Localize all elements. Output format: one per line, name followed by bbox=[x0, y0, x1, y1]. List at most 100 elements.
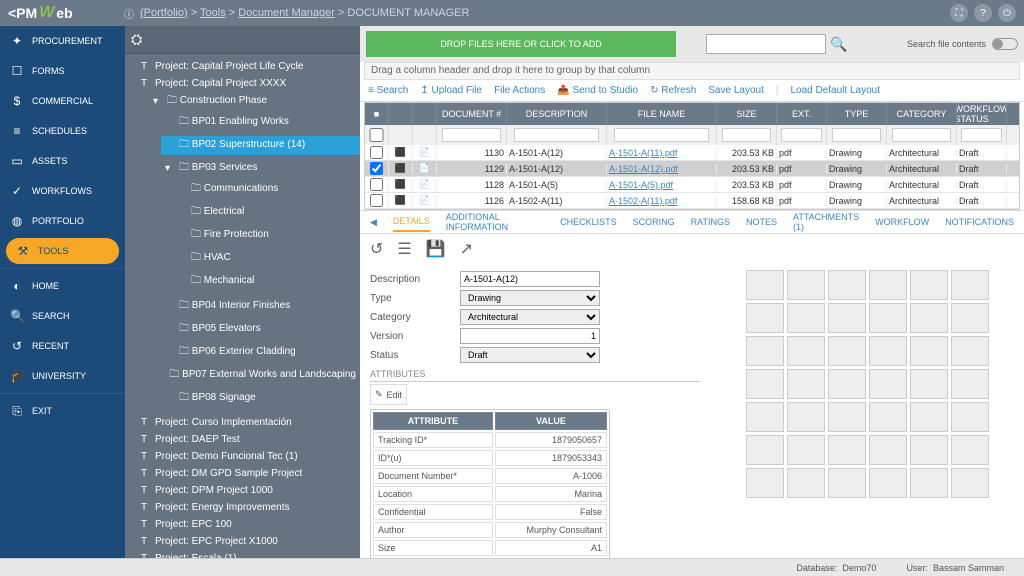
help-icon[interactable]: ? bbox=[974, 4, 992, 22]
sidebar-item-university[interactable]: 🎓UNIVERSITY bbox=[0, 361, 125, 391]
col-file[interactable]: FILE NAME bbox=[607, 103, 717, 125]
edit-button[interactable]: ✎ Edit bbox=[370, 384, 407, 405]
tb-search[interactable]: ≡ Search bbox=[368, 85, 408, 96]
sidebar-item-search[interactable]: 🔍SEARCH bbox=[0, 301, 125, 331]
filter-stat[interactable] bbox=[961, 128, 1002, 142]
sidebar-item-procurement[interactable]: ✦PROCUREMENT bbox=[0, 26, 125, 56]
tab-attachments-1-[interactable]: ATTACHMENTS (1) bbox=[793, 208, 859, 236]
sidebar-item-forms[interactable]: ☐FORMS bbox=[0, 56, 125, 86]
tab-notes[interactable]: NOTES bbox=[746, 213, 777, 231]
breadcrumb-tools[interactable]: Tools bbox=[200, 7, 226, 19]
sidebar-item-assets[interactable]: ▭ASSETS bbox=[0, 146, 125, 176]
attr-col-value: VALUE bbox=[495, 412, 607, 430]
tree-selected[interactable]: 🗀 BP02 Superstructure (14) bbox=[161, 136, 360, 155]
filter-size[interactable] bbox=[722, 128, 772, 142]
col-ext[interactable]: EXT. bbox=[777, 103, 827, 125]
table-row[interactable]: ⬛📄1130A-1501-A(12)A-1501-A(11).pdf203.53… bbox=[365, 145, 1019, 161]
filter-type[interactable] bbox=[832, 128, 882, 142]
filter-file[interactable] bbox=[614, 128, 709, 142]
sidebar-item-tools[interactable]: ⚒TOOLS bbox=[6, 238, 119, 264]
table-row[interactable]: ⬛📄1129A-1501-A(12)A-1501-A(12).pdf203.53… bbox=[365, 161, 1019, 177]
col-cat[interactable]: CATEGORY bbox=[887, 103, 957, 125]
attr-col-name: ATTRIBUTE bbox=[373, 412, 493, 430]
select-category[interactable]: Architectural bbox=[460, 309, 600, 325]
sidebar-item-workflows[interactable]: ✓WORKFLOWS bbox=[0, 176, 125, 206]
power-icon[interactable]: ⏻ bbox=[998, 4, 1016, 22]
preview-thumb bbox=[828, 303, 866, 333]
tab-ratings[interactable]: RATINGS bbox=[691, 213, 730, 231]
label-status: Status bbox=[370, 350, 460, 361]
preview-thumb bbox=[787, 336, 825, 366]
sidebar-item-commercial[interactable]: $COMMERCIAL bbox=[0, 86, 125, 116]
sidebar-item-home[interactable]: ◐HOME bbox=[0, 271, 125, 301]
sidebar-item-portfolio[interactable]: ◍PORTFOLIO bbox=[0, 206, 125, 236]
filter-doc[interactable] bbox=[442, 128, 501, 142]
tab-scoring[interactable]: SCORING bbox=[633, 213, 675, 231]
tab-additional-information[interactable]: ADDITIONAL INFORMATION bbox=[446, 208, 544, 236]
label-category: Category bbox=[370, 312, 460, 323]
col-doc[interactable]: DOCUMENT # bbox=[437, 103, 507, 125]
search-contents-toggle[interactable] bbox=[992, 38, 1018, 50]
select-status[interactable]: Draft bbox=[460, 347, 600, 363]
col-desc[interactable]: DESCRIPTION bbox=[507, 103, 607, 125]
drop-zone[interactable]: DROP FILES HERE OR CLICK TO ADD bbox=[366, 31, 676, 57]
filter-desc[interactable] bbox=[514, 128, 600, 142]
tab-details[interactable]: DETAILS bbox=[393, 212, 430, 232]
search-icon[interactable]: 🔍 bbox=[830, 36, 847, 53]
open-icon[interactable]: ↗ bbox=[460, 239, 473, 259]
tab-checklists[interactable]: CHECKLISTS bbox=[560, 213, 617, 231]
sidebar: ✦PROCUREMENT☐FORMS$COMMERCIAL≡SCHEDULES▭… bbox=[0, 26, 125, 576]
preview-thumb bbox=[746, 468, 784, 498]
tab-workflow[interactable]: WORKFLOW bbox=[875, 213, 929, 231]
group-hint[interactable]: Drag a column header and drop it here to… bbox=[364, 62, 1020, 80]
input-description[interactable] bbox=[460, 271, 600, 287]
table-row[interactable]: ⬛📄1128A-1501-A(5)A-1501-A(5).pdf203.53 K… bbox=[365, 177, 1019, 193]
expand-icon[interactable]: ⛶ bbox=[950, 4, 968, 22]
logo: <PMWeb bbox=[8, 0, 118, 26]
undo-icon[interactable]: ↺ bbox=[370, 239, 383, 259]
document-grid: ■ DOCUMENT # DESCRIPTION FILE NAME SIZE … bbox=[364, 102, 1020, 210]
col-stat[interactable]: WORKFLOW STATUS bbox=[957, 103, 1007, 125]
col-pin[interactable] bbox=[389, 103, 413, 125]
col-icon[interactable] bbox=[413, 103, 437, 125]
filter-checkall[interactable] bbox=[368, 128, 385, 142]
attr-value: 1879050657 bbox=[495, 432, 607, 448]
tab-notifications[interactable]: NOTIFICATIONS bbox=[945, 213, 1014, 231]
info-icon[interactable]: ⓘ bbox=[124, 6, 134, 21]
sidebar-item-exit[interactable]: ⎘EXIT bbox=[0, 396, 125, 426]
list-icon[interactable]: ☰ bbox=[397, 239, 411, 259]
search-contents-label: Search file contents bbox=[907, 39, 986, 49]
preview-thumb bbox=[787, 435, 825, 465]
breadcrumb-portfolio[interactable]: (Portfolio) bbox=[140, 7, 188, 19]
tab-prev-icon[interactable]: ◀ bbox=[370, 217, 377, 228]
tb-save[interactable]: Save Layout bbox=[708, 85, 764, 96]
preview-thumb bbox=[828, 468, 866, 498]
attr-name: Author bbox=[373, 522, 493, 538]
tree-panel: ⛭ TProject: Capital Project Life CycleTP… bbox=[125, 26, 360, 576]
project-tree[interactable]: TProject: Capital Project Life CycleTPro… bbox=[125, 54, 360, 564]
sidebar-item-recent[interactable]: ↺RECENT bbox=[0, 331, 125, 361]
table-row[interactable]: ⬛📄1126A-1502-A(11)A-1502-A(11).pdf158.68… bbox=[365, 193, 1019, 209]
attr-name: Confidential bbox=[373, 504, 493, 520]
document-preview[interactable] bbox=[710, 264, 1024, 576]
breadcrumb-docmgr[interactable]: Document Manager bbox=[238, 7, 335, 19]
tb-actions[interactable]: File Actions bbox=[494, 85, 545, 96]
settings-icon: ⛭ bbox=[131, 31, 142, 48]
filter-cat[interactable] bbox=[892, 128, 951, 142]
input-version[interactable] bbox=[460, 328, 600, 344]
tree-header[interactable]: ⛭ bbox=[125, 26, 360, 54]
detail-form: Description TypeDrawing CategoryArchitec… bbox=[360, 264, 710, 576]
tb-send[interactable]: 📤 Send to Studio bbox=[557, 85, 638, 96]
select-type[interactable]: Drawing bbox=[460, 290, 600, 306]
save-icon[interactable]: 💾 bbox=[426, 239, 446, 259]
attributes-heading: ATTRIBUTES bbox=[370, 369, 700, 382]
tb-upload[interactable]: ↥ Upload File bbox=[420, 85, 482, 96]
col-check[interactable]: ■ bbox=[365, 103, 389, 125]
col-size[interactable]: SIZE bbox=[717, 103, 777, 125]
search-input[interactable] bbox=[706, 34, 826, 54]
filter-ext[interactable] bbox=[781, 128, 822, 142]
tb-load[interactable]: Load Default Layout bbox=[790, 85, 880, 96]
tb-refresh[interactable]: ↻ Refresh bbox=[650, 85, 696, 96]
sidebar-item-schedules[interactable]: ≡SCHEDULES bbox=[0, 116, 125, 146]
col-type[interactable]: TYPE bbox=[827, 103, 887, 125]
